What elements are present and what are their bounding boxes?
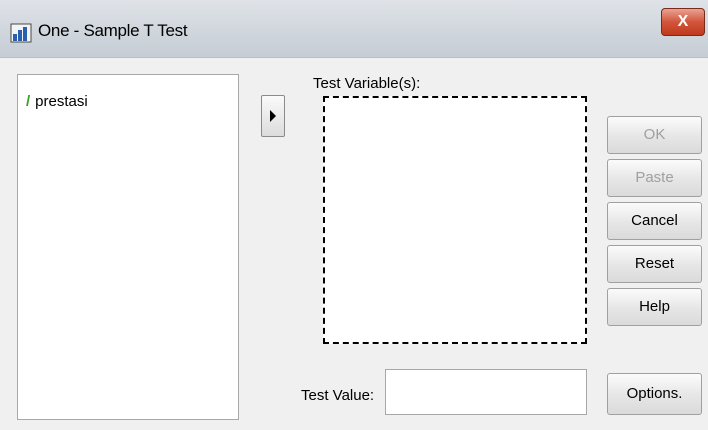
list-item[interactable]: / prestasi bbox=[26, 93, 88, 110]
source-variable-list[interactable]: / prestasi bbox=[17, 74, 239, 420]
close-button[interactable]: X bbox=[661, 8, 705, 36]
help-button[interactable]: Help bbox=[607, 288, 702, 326]
test-value-label: Test Value: bbox=[301, 387, 375, 404]
cancel-button[interactable]: Cancel bbox=[607, 202, 702, 240]
options-button[interactable]: Options. bbox=[607, 373, 702, 415]
arrow-right-icon bbox=[270, 110, 276, 122]
test-variables-label: Test Variable(s): bbox=[313, 75, 421, 92]
move-variable-button[interactable] bbox=[261, 95, 285, 137]
pencil-variable-icon: / bbox=[26, 93, 31, 110]
paste-button[interactable]: Paste bbox=[607, 159, 702, 197]
variable-label: prestasi bbox=[35, 93, 88, 110]
title-bar: One - Sample T Test X bbox=[0, 0, 708, 58]
test-variables-list[interactable] bbox=[323, 96, 587, 344]
test-value-input[interactable] bbox=[385, 369, 587, 415]
ok-button[interactable]: OK bbox=[607, 116, 702, 154]
window-title: One - Sample T Test bbox=[38, 21, 188, 40]
dialog-app-icon bbox=[10, 23, 32, 43]
reset-button[interactable]: Reset bbox=[607, 245, 702, 283]
